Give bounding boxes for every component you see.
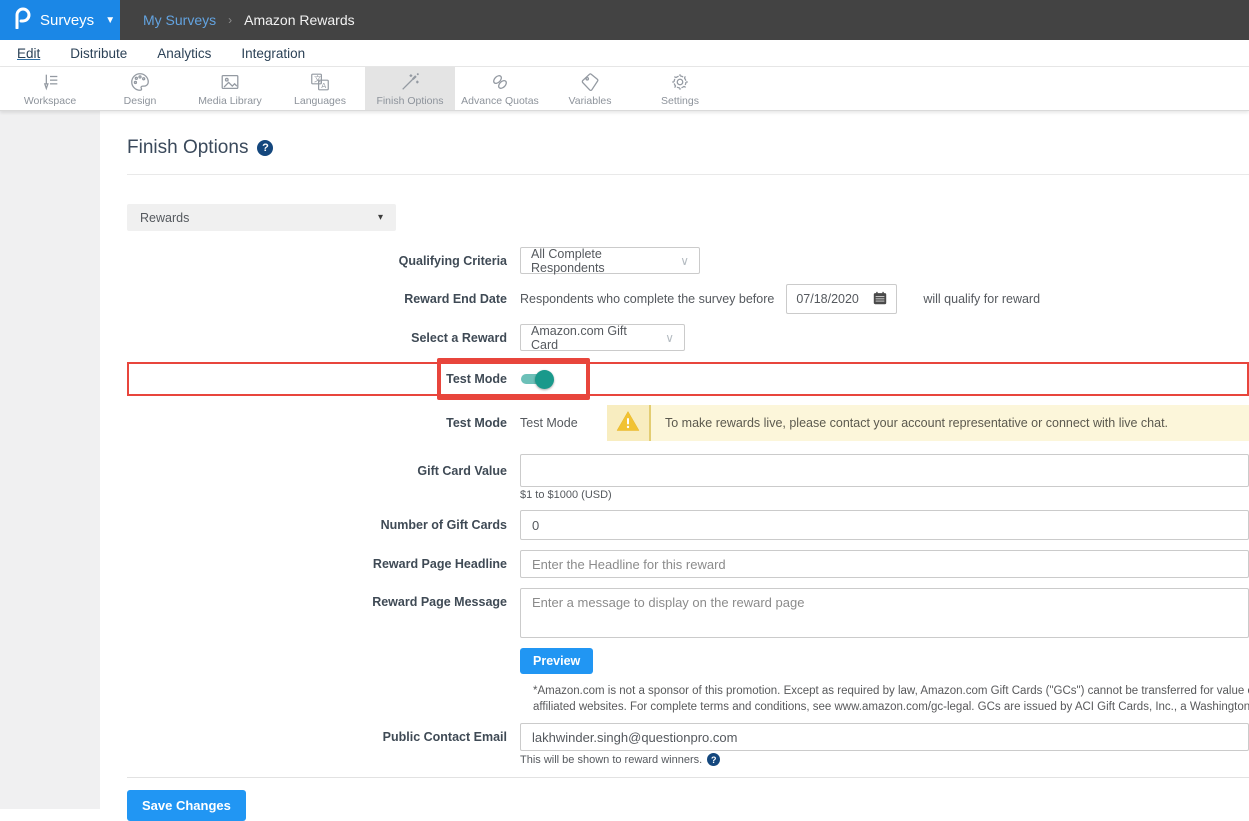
chevron-down-icon: ▼ — [105, 15, 115, 26]
toolbar-label: Variables — [569, 95, 612, 107]
toolbar-item-settings[interactable]: Settings — [635, 67, 725, 110]
reward-type-select[interactable]: Rewards ▾ — [127, 204, 396, 231]
app-name: Surveys — [40, 12, 94, 29]
toolbar-item-design[interactable]: Design — [95, 67, 185, 110]
reward-page-headline-label: Reward Page Headline — [127, 557, 520, 571]
chevron-down-icon: ∨ — [680, 254, 689, 268]
gift-card-value-input[interactable] — [520, 454, 1249, 487]
advance-quotas-icon — [489, 71, 511, 93]
reward-page-headline-input[interactable] — [520, 550, 1249, 578]
toolbar-item-finish-options[interactable]: Finish Options — [365, 67, 455, 110]
breadcrumb-my-surveys[interactable]: My Surveys — [143, 12, 216, 28]
toggle-knob — [535, 370, 554, 389]
preview-button[interactable]: Preview — [520, 648, 593, 674]
tab-analytics[interactable]: Analytics — [142, 46, 226, 61]
toolbar-item-languages[interactable]: 文 A Languages — [275, 67, 365, 110]
public-contact-email-label: Public Contact Email — [127, 730, 520, 744]
settings-icon — [669, 71, 691, 93]
reward-end-date-prefix: Respondents who complete the survey befo… — [520, 292, 774, 306]
disclaimer-line-2: affiliated websites. For complete terms … — [533, 700, 1249, 716]
breadcrumb-separator-icon: › — [228, 13, 232, 27]
questionpro-logo-icon — [13, 7, 31, 34]
reward-end-date-label: Reward End Date — [127, 292, 520, 306]
test-mode-status-value: Test Mode — [520, 416, 607, 430]
surveys-app-menu[interactable]: Surveys ▼ — [0, 0, 120, 40]
calendar-icon[interactable] — [873, 291, 887, 308]
toolbar-item-advance-quotas[interactable]: Advance Quotas — [455, 67, 545, 110]
reward-page-message-label: Reward Page Message — [127, 588, 520, 609]
help-icon[interactable]: ? — [257, 140, 273, 156]
toolbar-item-media-library[interactable]: Media Library — [185, 67, 275, 110]
toolbar-label: Finish Options — [376, 95, 443, 107]
gift-card-value-helper: $1 to $1000 (USD) — [520, 489, 612, 501]
public-contact-email-helper: This will be shown to reward winners. — [520, 754, 702, 766]
reward-end-date-input[interactable]: 07/18/2020 — [786, 284, 897, 314]
qualifying-criteria-select[interactable]: All Complete Respondents ∨ — [520, 247, 700, 274]
reward-type-value: Rewards — [140, 211, 189, 225]
page-background: Finish Options ? Rewards ▾ Qualifying Cr… — [0, 111, 1249, 809]
chevron-down-icon: ▾ — [378, 212, 383, 223]
tab-edit[interactable]: Edit — [8, 46, 55, 61]
public-contact-email-input[interactable] — [520, 723, 1249, 751]
warning-message: To make rewards live, please contact you… — [651, 405, 1168, 441]
section-tabs: Edit Distribute Analytics Integration — [0, 40, 1249, 67]
chevron-down-icon: ∨ — [665, 331, 674, 345]
edit-toolbar: Workspace Design Media Library 文 A — [0, 67, 1249, 111]
amazon-disclaimer: *Amazon.com is not a sponsor of this pro… — [533, 684, 1249, 715]
test-mode-warning-banner: To make rewards live, please contact you… — [607, 405, 1249, 441]
svg-text:A: A — [321, 80, 326, 89]
breadcrumb-current-survey: Amazon Rewards — [244, 12, 355, 28]
toolbar-item-workspace[interactable]: Workspace — [5, 67, 95, 110]
reward-end-date-value: 07/18/2020 — [796, 292, 859, 306]
test-mode-toggle[interactable] — [521, 374, 551, 384]
top-header: Surveys ▼ My Surveys › Amazon Rewards — [0, 0, 1249, 40]
select-reward-label: Select a Reward — [127, 331, 520, 345]
number-of-gift-cards-input[interactable] — [520, 510, 1249, 540]
divider — [127, 777, 1249, 778]
page-title: Finish Options — [127, 137, 248, 159]
breadcrumb: My Surveys › Amazon Rewards — [120, 0, 1249, 40]
toolbar-label: Media Library — [198, 95, 262, 107]
disclaimer-line-1: *Amazon.com is not a sponsor of this pro… — [533, 684, 1249, 700]
finish-options-panel: Finish Options ? Rewards ▾ Qualifying Cr… — [100, 111, 1249, 809]
variables-icon — [579, 71, 601, 93]
test-mode-status-label: Test Mode — [127, 416, 520, 430]
select-reward-value: Amazon.com Gift Card — [531, 324, 655, 352]
warning-triangle-icon — [616, 410, 640, 437]
toolbar-label: Advance Quotas — [461, 95, 539, 107]
divider — [127, 174, 1249, 175]
save-changes-button[interactable]: Save Changes — [127, 790, 246, 821]
qualifying-criteria-value: All Complete Respondents — [531, 247, 670, 275]
toolbar-label: Design — [124, 95, 157, 107]
finish-options-icon — [399, 71, 421, 93]
gift-card-value-label: Gift Card Value — [127, 464, 520, 478]
toolbar-item-variables[interactable]: Variables — [545, 67, 635, 110]
toolbar-label: Languages — [294, 95, 346, 107]
workspace-icon — [39, 71, 61, 93]
toolbar-label: Workspace — [24, 95, 76, 107]
reward-page-message-textarea[interactable] — [520, 588, 1249, 638]
select-reward-select[interactable]: Amazon.com Gift Card ∨ — [520, 324, 685, 351]
media-library-icon — [219, 71, 241, 93]
languages-icon: 文 A — [309, 71, 331, 93]
warning-icon-cell — [607, 405, 651, 441]
design-icon — [129, 71, 151, 93]
toolbar-label: Settings — [661, 95, 699, 107]
tab-integration[interactable]: Integration — [226, 46, 320, 61]
help-icon[interactable]: ? — [707, 753, 720, 766]
test-mode-toggle-label: Test Mode — [127, 372, 520, 386]
reward-end-date-suffix: will qualify for reward — [923, 292, 1040, 306]
tab-distribute[interactable]: Distribute — [55, 46, 142, 61]
qualifying-criteria-label: Qualifying Criteria — [127, 254, 520, 268]
number-of-gift-cards-label: Number of Gift Cards — [127, 518, 520, 532]
